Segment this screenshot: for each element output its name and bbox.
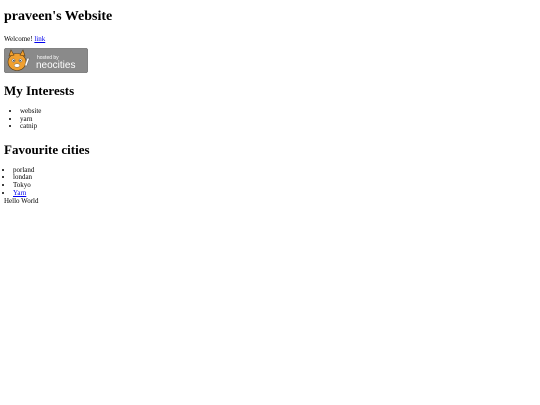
list-item: yarn	[20, 115, 536, 124]
badge-neocities: neocities	[36, 60, 75, 71]
list-item: Yarn	[13, 189, 536, 198]
list-item: porland	[13, 166, 536, 175]
neocities-badge-link[interactable]: hosted by neocities	[3, 47, 89, 74]
page-content: praveen's Website Welcome! link hosted b…	[0, 9, 540, 205]
welcome-link[interactable]: link	[34, 35, 45, 43]
city-link-yarn[interactable]: Yarn	[13, 189, 26, 197]
interests-heading: My Interests	[4, 83, 75, 98]
list-item: website	[20, 107, 536, 116]
footer-text: Hello World	[4, 197, 39, 206]
list-item: Tokyo	[13, 181, 536, 190]
cities-list: porland londan Tokyo Yarn	[4, 166, 536, 198]
neocities-badge: hosted by neocities	[3, 47, 89, 74]
interests-list: website yarn catnip	[4, 107, 536, 131]
cities-heading: Favourite cities	[4, 141, 90, 157]
page-title: praveen's Website	[4, 9, 113, 24]
welcome-paragraph: Welcome! link	[4, 35, 536, 44]
welcome-text: Welcome!	[4, 35, 35, 43]
list-item: londan	[13, 174, 536, 182]
list-item: catnip	[20, 123, 536, 131]
